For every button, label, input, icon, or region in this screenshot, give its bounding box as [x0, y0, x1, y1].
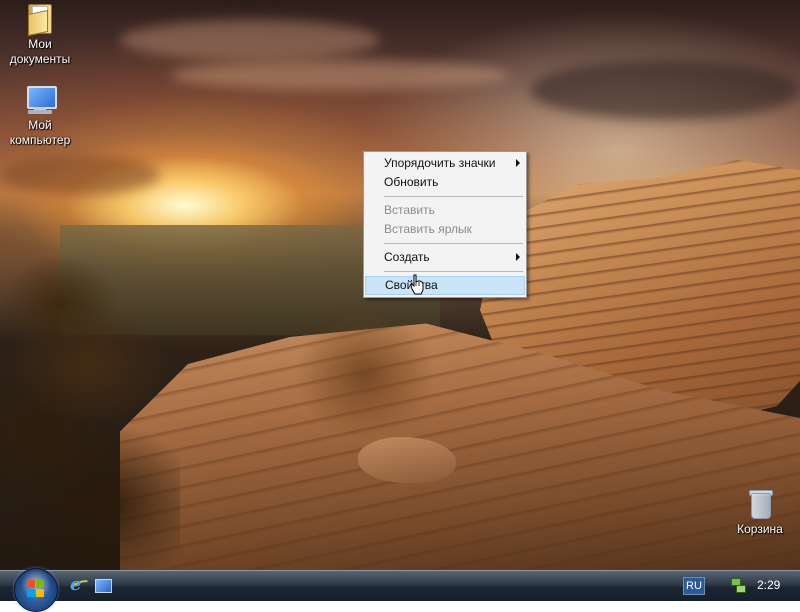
- desktop-context-menu: Упорядочить значки Обновить Вставить Вст…: [363, 151, 527, 298]
- wallpaper-cloud: [530, 60, 800, 120]
- menu-item-new[interactable]: Создать: [364, 248, 526, 267]
- show-desktop-icon[interactable]: [94, 577, 112, 595]
- menu-item-label: Вставить: [384, 203, 435, 217]
- desktop-icon-label: документы: [9, 52, 71, 66]
- desktop-background[interactable]: Мои документы Мой компьютер Корзина Упор…: [0, 0, 800, 570]
- wallpaper-cloud: [0, 155, 160, 195]
- menu-item-properties[interactable]: Свойства: [365, 276, 525, 295]
- submenu-arrow-icon: [516, 253, 520, 261]
- menu-item-label: Обновить: [384, 175, 439, 189]
- menu-item-label: Вставить ярлык: [384, 222, 472, 236]
- desktop-icon-label: Мой: [28, 118, 52, 132]
- desktop-icon-my-computer[interactable]: Мой компьютер: [0, 83, 80, 148]
- wallpaper-tree: [0, 235, 180, 570]
- desktop-icon-label: компьютер: [9, 133, 71, 147]
- windows-orb-icon: [27, 580, 45, 598]
- menu-separator: [384, 196, 523, 197]
- menu-item-refresh[interactable]: Обновить: [364, 173, 526, 192]
- wallpaper-bush: [290, 300, 440, 450]
- mouse-pointer-icon: [410, 274, 424, 295]
- menu-separator: [384, 271, 523, 272]
- menu-separator: [384, 243, 523, 244]
- menu-item-label: Создать: [384, 250, 430, 264]
- submenu-arrow-icon: [516, 159, 520, 167]
- taskbar: e RU 2:29: [0, 568, 800, 612]
- desktop-icon-my-documents[interactable]: Мои документы: [0, 2, 80, 67]
- desktop-icon-label: Корзина: [737, 522, 783, 536]
- taskbar-clock[interactable]: 2:29: [757, 578, 780, 592]
- menu-item-arrange-icons[interactable]: Упорядочить значки: [364, 154, 526, 173]
- menu-item-paste-shortcut[interactable]: Вставить ярлык: [364, 220, 526, 239]
- menu-item-paste[interactable]: Вставить: [364, 201, 526, 220]
- menu-item-label: Упорядочить значки: [384, 156, 496, 170]
- desktop-icon-recycle-bin[interactable]: Корзина: [720, 487, 800, 537]
- my-documents-folder-icon: [24, 2, 56, 37]
- wallpaper-cloud: [170, 60, 510, 90]
- wallpaper-cloud: [120, 20, 380, 60]
- start-button[interactable]: [14, 568, 58, 612]
- internet-explorer-icon[interactable]: e: [68, 574, 94, 597]
- my-computer-icon: [24, 83, 57, 115]
- language-indicator[interactable]: RU: [683, 577, 705, 595]
- network-tray-icon[interactable]: [731, 578, 746, 593]
- desktop-icon-label: Мои: [28, 37, 52, 51]
- recycle-bin-icon: [744, 487, 776, 519]
